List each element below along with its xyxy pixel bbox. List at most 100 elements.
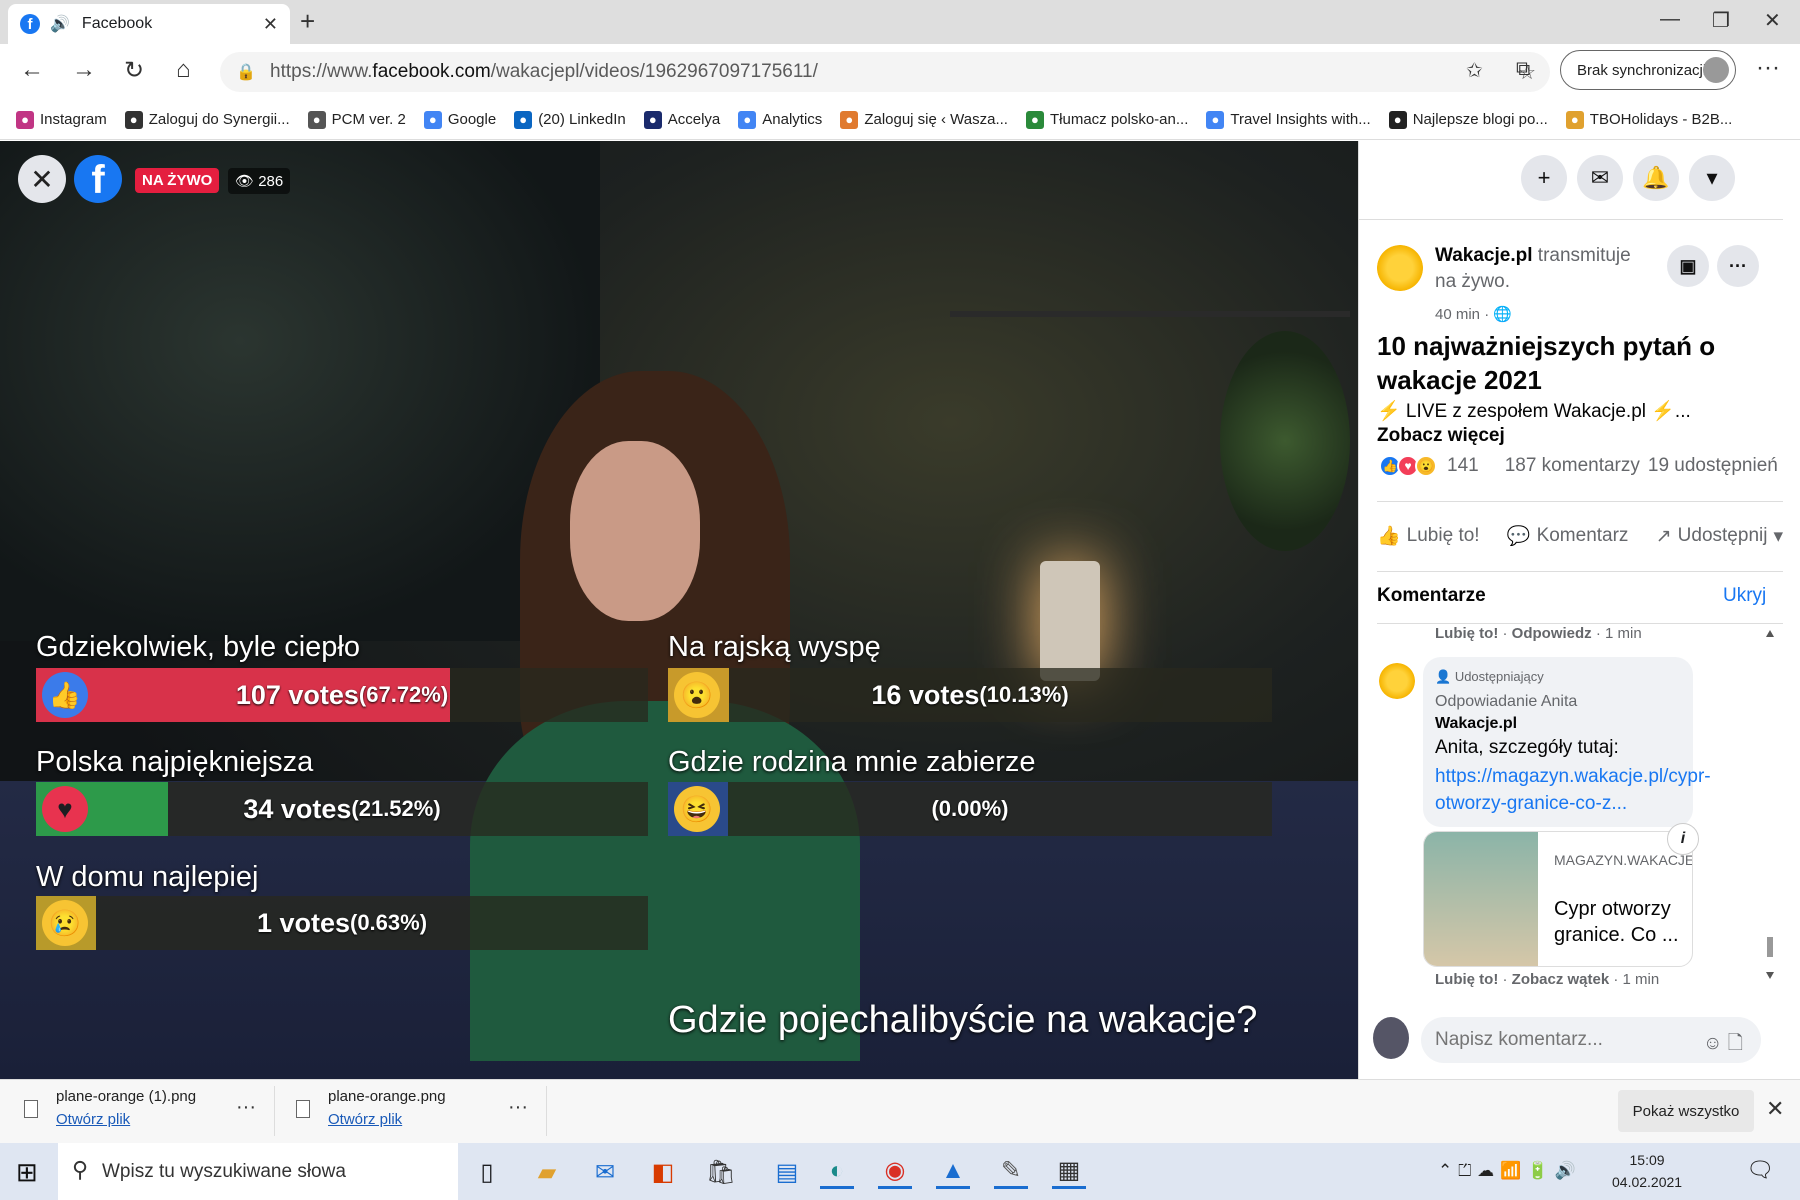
office-icon[interactable]: ◧ xyxy=(646,1155,680,1189)
paint-icon[interactable]: ✎ xyxy=(994,1155,1028,1189)
reaction-count[interactable]: 141 xyxy=(1447,455,1479,477)
bookmark-item[interactable]: ● Google xyxy=(423,110,496,129)
bookmark-item[interactable]: ● Instagram xyxy=(16,110,107,129)
post-time-text[interactable]: 40 min · xyxy=(1435,306,1489,323)
bookmark-item[interactable]: ● Accelya xyxy=(643,110,720,129)
reload-button[interactable]: ↻ xyxy=(124,56,144,85)
share-button[interactable]: ↗ Udostępnij ▾ xyxy=(1656,525,1783,548)
poll-option-result: (0.00%) xyxy=(668,782,1272,836)
sticker-icon[interactable]: 🗋 xyxy=(1728,1033,1743,1054)
new-tab-button[interactable]: + xyxy=(300,6,315,37)
clock[interactable]: 15:09 04.02.2021 xyxy=(1612,1149,1682,1193)
download-more-icon[interactable]: ··· xyxy=(236,1096,256,1119)
comment-actions: Lubię to! · Zobacz wątek · 1 min xyxy=(1435,971,1660,988)
favorites-icon[interactable]: ✩ xyxy=(1466,58,1483,83)
share-icon: ↗ xyxy=(1655,525,1672,547)
home-button[interactable]: ⌂ xyxy=(176,56,191,84)
collections-icon[interactable]: ⧉ xyxy=(1516,58,1530,81)
comment-like-link[interactable]: Lubię to! xyxy=(1435,971,1498,988)
file-explorer-icon[interactable]: ▰ xyxy=(530,1155,564,1189)
photos-icon[interactable]: ▲ xyxy=(936,1155,970,1189)
facebook-logo-icon[interactable]: f xyxy=(74,155,122,203)
action-center-icon[interactable]: 🗨 xyxy=(1746,1157,1774,1183)
share-dropdown-icon[interactable]: ▾ xyxy=(1773,525,1783,548)
back-button[interactable]: ← xyxy=(20,56,44,84)
live-video-player[interactable]: ✕ f NA ŻYWO 👁 286 Gdziekolwiek, byle cie… xyxy=(0,141,1358,1079)
windows-start-icon[interactable]: ⊞ xyxy=(16,1157,38,1188)
speaker-icon[interactable]: 🔊 xyxy=(50,14,70,34)
downloads-bar: plane-orange (1).png Otwórz plik ··· plan… xyxy=(0,1079,1800,1143)
open-file-link[interactable]: Otwórz plik xyxy=(56,1111,196,1128)
bookmark-item[interactable]: ● TBOHolidays - B2B... xyxy=(1565,110,1732,129)
taskbar-search[interactable]: ⚲ Wpisz tu wyszukiwane słowa xyxy=(58,1143,458,1200)
share-count[interactable]: 19 udostępnień xyxy=(1648,455,1778,477)
info-icon[interactable]: i xyxy=(1667,823,1699,855)
lock-icon[interactable]: 🔒 xyxy=(236,62,256,82)
comment-link[interactable]: https://magazyn.wakacje.pl/cypr-otworzy-… xyxy=(1435,763,1711,817)
poll-percent: (0.63%) xyxy=(350,910,428,935)
bookmark-item[interactable]: ● Zaloguj do Synergii... xyxy=(124,110,290,129)
minimize-button[interactable]: — xyxy=(1660,8,1680,31)
bookmark-item[interactable]: ● Travel Insights with... xyxy=(1206,110,1371,129)
bookmark-label: PCM ver. 2 xyxy=(331,111,406,128)
bookmark-item[interactable]: ● (20) LinkedIn xyxy=(514,110,626,129)
edge-icon[interactable]: ◐ xyxy=(820,1155,854,1189)
save-post-button[interactable]: ▣ xyxy=(1667,245,1709,287)
see-more-link[interactable]: Zobacz więcej xyxy=(1377,425,1505,447)
show-all-downloads-button[interactable]: Pokaż wszystko xyxy=(1618,1090,1754,1132)
browser-tab[interactable]: f 🔊 Facebook ✕ xyxy=(8,4,290,44)
video-lamp xyxy=(1040,561,1100,681)
link-preview-card[interactable]: MAGAZYN.WAKACJE.PL Cypr otworzy granice.… xyxy=(1423,831,1693,967)
video-shelf xyxy=(950,311,1350,317)
comment-count[interactable]: 187 komentarzy xyxy=(1505,455,1640,477)
comment-text: Anita, szczegóły tutaj: xyxy=(1435,737,1619,758)
messenger-icon[interactable]: ✉ xyxy=(1577,155,1623,201)
sync-button[interactable]: Brak synchronizacji xyxy=(1560,50,1736,90)
close-downloads-icon[interactable]: ✕ xyxy=(1766,1096,1784,1122)
url-prefix: https://www. xyxy=(270,61,373,82)
notifications-icon[interactable]: 🔔 xyxy=(1633,155,1679,201)
open-file-link[interactable]: Otwórz plik xyxy=(328,1111,446,1128)
hide-comments-link[interactable]: Ukryj xyxy=(1723,585,1766,607)
commenter-avatar[interactable] xyxy=(1379,663,1415,699)
restore-button[interactable]: ❐ xyxy=(1712,8,1730,33)
prev-like-link[interactable]: Lubię to! xyxy=(1435,625,1498,642)
chrome-icon[interactable]: ◉ xyxy=(878,1155,912,1189)
bookmark-item[interactable]: ● Zaloguj się ‹ Wasza... xyxy=(840,110,1008,129)
prev-reply-link[interactable]: Odpowiedz xyxy=(1512,625,1592,642)
bookmark-label: Tłumacz polsko-an... xyxy=(1049,111,1189,128)
url-field[interactable]: 🔒 https://www. facebook.com/wakacjepl/vid… xyxy=(220,52,1550,92)
more-menu-icon[interactable]: ··· xyxy=(1756,54,1780,82)
close-window-button[interactable]: ✕ xyxy=(1764,8,1781,33)
viewer-count-value: 286 xyxy=(258,173,284,190)
create-button[interactable]: + xyxy=(1521,155,1567,201)
bookmark-item[interactable]: ● PCM ver. 2 xyxy=(307,110,406,129)
download-more-icon[interactable]: ··· xyxy=(508,1096,528,1119)
see-thread-link[interactable]: Zobacz wątek xyxy=(1512,971,1610,988)
page-avatar[interactable] xyxy=(1377,245,1423,291)
emoji-icon[interactable]: ☺ xyxy=(1703,1033,1722,1054)
close-tab-icon[interactable]: ✕ xyxy=(263,14,278,35)
download-item[interactable]: plane-orange.png Otwórz plik xyxy=(328,1088,446,1128)
account-menu-icon[interactable]: ▾ xyxy=(1689,155,1735,201)
mail-icon[interactable]: ✉ xyxy=(588,1155,622,1189)
page-name[interactable]: Wakacje.pl xyxy=(1435,245,1533,266)
bookmark-item[interactable]: ● Najlepsze blogi po... xyxy=(1388,110,1548,129)
task-view-icon[interactable]: ▯ xyxy=(470,1155,504,1189)
comment-button[interactable]: 💬 Komentarz xyxy=(1507,524,1629,548)
close-video-button[interactable]: ✕ xyxy=(18,155,66,203)
globe-icon: 🌐 xyxy=(1493,306,1513,323)
bookmark-item[interactable]: ● Tłumacz polsko-an... xyxy=(1025,110,1189,129)
bookmark-item[interactable]: ● Analytics xyxy=(738,110,822,129)
post-options-button[interactable]: ··· xyxy=(1717,245,1759,287)
comment-author[interactable]: Wakacje.pl xyxy=(1435,715,1517,733)
notes-icon[interactable]: ▤ xyxy=(770,1155,804,1189)
like-button[interactable]: 👍 Lubię to! xyxy=(1377,524,1480,548)
forward-button[interactable]: → xyxy=(72,56,96,84)
comments-scrollbar[interactable] xyxy=(1763,627,1777,987)
system-tray-icons[interactable]: ⌃⏍☁📶🔋🔊 xyxy=(1438,1161,1582,1181)
app-icon[interactable]: ▦ xyxy=(1052,1155,1086,1189)
reactions-summary[interactable]: 👍 ♥ 😮 141 187 komentarzy 19 udostępnień xyxy=(1379,455,1779,477)
download-item[interactable]: plane-orange (1).png Otwórz plik xyxy=(56,1088,196,1128)
store-icon[interactable]: 🛍 xyxy=(704,1155,738,1189)
